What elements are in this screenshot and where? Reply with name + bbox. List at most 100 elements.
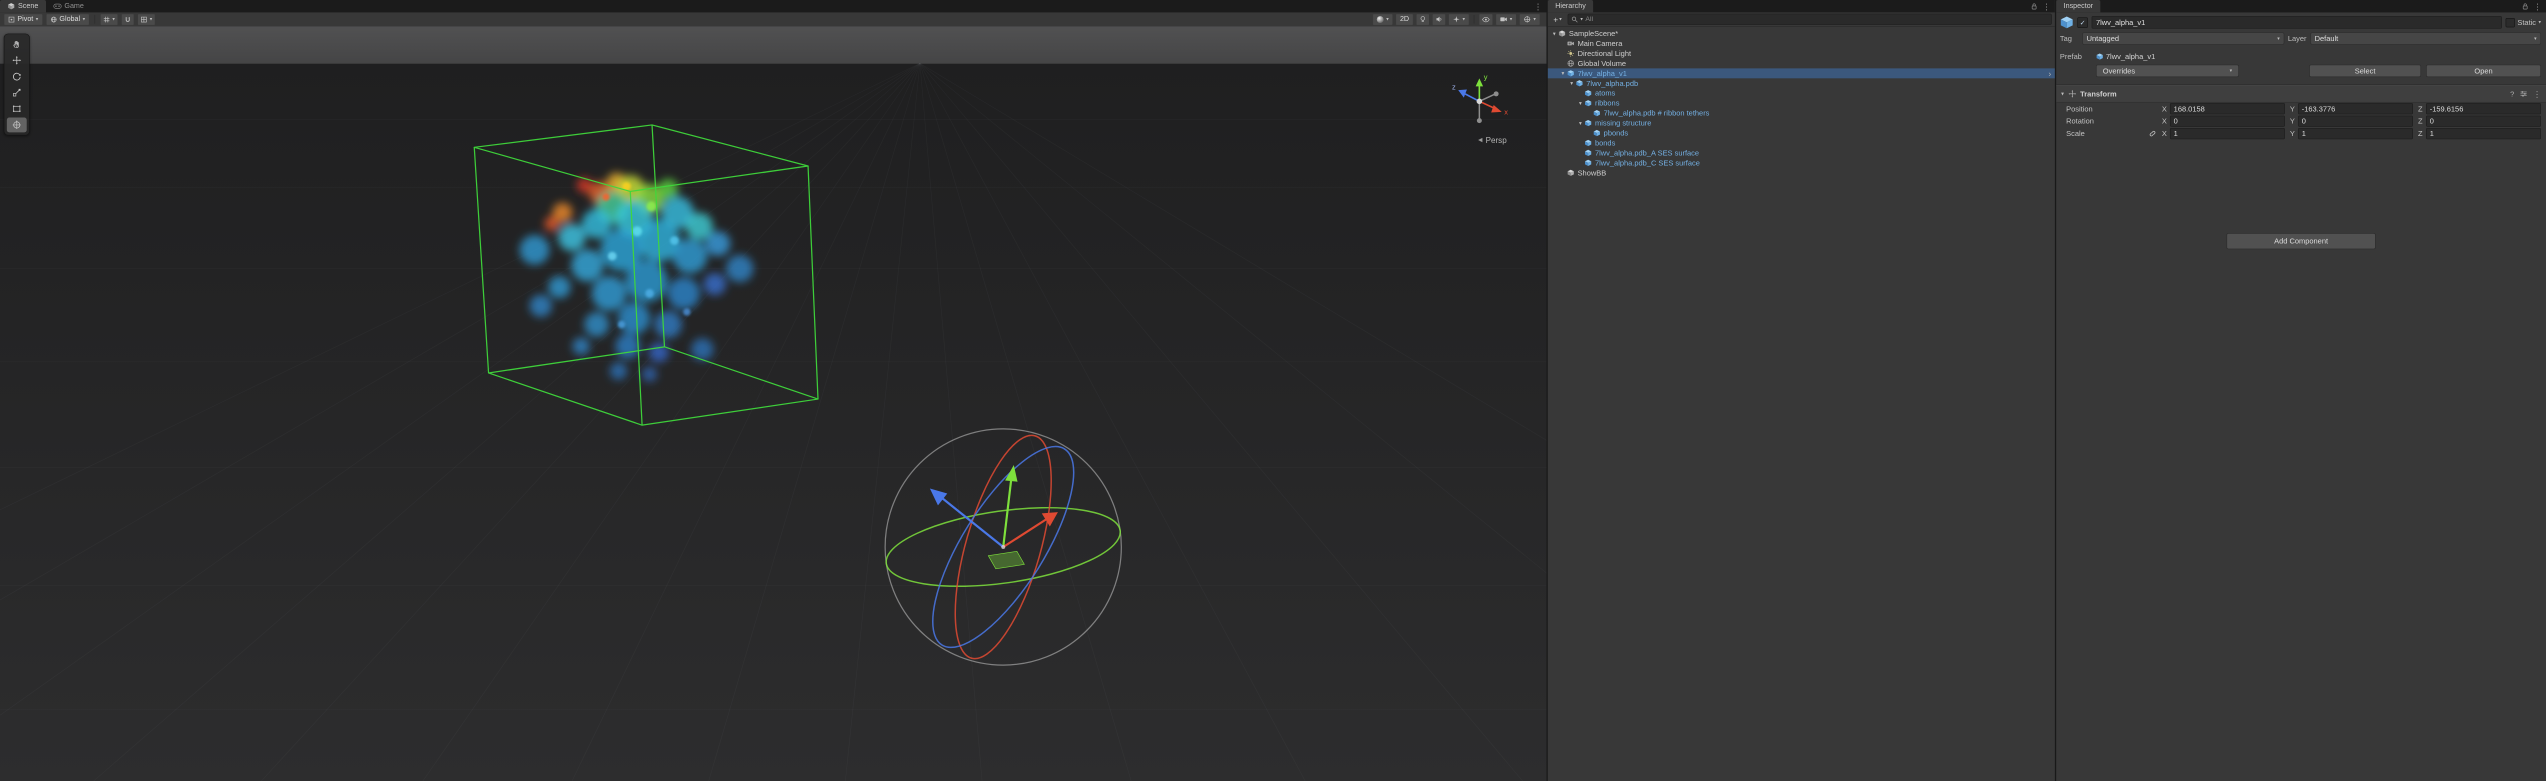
inspector-panel: Inspector ⋮ ✓ Static ▾ Tag — [2055, 0, 2546, 781]
hierarchy-search-input[interactable]: ▾ All — [1567, 14, 2051, 25]
static-checkbox[interactable] — [2506, 18, 2515, 27]
hierarchy-row[interactable]: ▾ ribbons — [1548, 98, 2055, 108]
view-tool-button[interactable] — [7, 37, 27, 52]
prefab-icon — [1584, 99, 1591, 106]
hierarchy-row[interactable]: Global Volume — [1548, 58, 2055, 68]
persp-text: Persp — [1486, 136, 1507, 145]
effects-dropdown[interactable]: ▾ — [1448, 13, 1469, 25]
global-dropdown[interactable]: Global ▾ — [46, 13, 90, 25]
hierarchy-row-label: 7lwv_alpha.pdb_C SES surface — [1595, 159, 1700, 168]
snap-toggle-button[interactable] — [121, 13, 134, 25]
snap-grid-icon — [140, 16, 147, 23]
scene-visibility-toggle[interactable] — [1479, 13, 1493, 25]
tab-inspector[interactable]: Inspector — [2056, 0, 2100, 12]
hierarchy-row[interactable]: ▾SampleScene* — [1548, 29, 2055, 39]
pivot-dropdown[interactable]: Pivot ▾ — [4, 13, 43, 25]
rect-tool-button[interactable] — [7, 101, 27, 116]
scale-link-icon[interactable] — [2148, 130, 2162, 137]
light-icon — [1567, 50, 1574, 57]
caret-icon: ▾ — [1510, 17, 1512, 22]
open-button[interactable]: Open — [2426, 65, 2541, 77]
open-prefab-arrow[interactable]: › — [2049, 69, 2052, 78]
scale-y-field[interactable]: 1 — [2298, 128, 2413, 139]
hierarchy-row-label: 7lwv_alpha.pdb # ribbon tethers — [1604, 109, 1710, 118]
static-dropdown-icon[interactable]: ▾ — [2539, 20, 2541, 25]
rotation-z-field[interactable]: 0 — [2426, 116, 2541, 127]
hierarchy-row[interactable]: ▾missing structure — [1548, 118, 2055, 128]
tab-game[interactable]: Game — [46, 0, 92, 12]
layer-dropdown[interactable]: Default ▾ — [2310, 32, 2541, 44]
gizmos-dropdown[interactable]: ▾ — [1519, 13, 1540, 25]
tab-hierarchy[interactable]: Hierarchy — [1548, 0, 1594, 12]
lock-icon[interactable] — [2522, 2, 2529, 9]
property-label: Scale — [2066, 129, 2148, 138]
active-checkbox[interactable]: ✓ — [2077, 17, 2088, 28]
hierarchy-row[interactable]: Main Camera — [1548, 39, 2055, 49]
scale-z-field[interactable]: 1 — [2426, 128, 2541, 139]
foldout-icon[interactable]: ▾ — [1559, 70, 1567, 77]
rotation-y-field[interactable]: 0 — [2298, 116, 2413, 127]
prefab-icon — [1584, 119, 1591, 126]
position-z-field[interactable]: -159.6156 — [2426, 103, 2541, 114]
scene-sky — [0, 26, 1546, 63]
rotate-tool-button[interactable] — [7, 69, 27, 84]
hierarchy-row[interactable]: bonds — [1548, 138, 2055, 148]
hierarchy-row[interactable]: ShowBB — [1548, 168, 2055, 178]
hierarchy-row[interactable]: atoms — [1548, 88, 2055, 98]
hierarchy-row[interactable]: 7lwv_alpha.pdb_A SES surface — [1548, 148, 2055, 158]
snap-increment-dropdown[interactable]: ▾ — [137, 13, 155, 25]
transform-header[interactable]: ▾ Transform ? ⋮ — [2056, 85, 2546, 102]
select-button[interactable]: Select — [2309, 65, 2421, 77]
name-field[interactable] — [2092, 16, 2502, 28]
draw-mode-dropdown[interactable]: ▾ — [1373, 13, 1394, 25]
transform-tool-button[interactable] — [7, 117, 27, 132]
position-x-field[interactable]: 168.0158 — [2170, 103, 2285, 114]
foldout-icon[interactable]: ▾ — [1550, 30, 1558, 37]
lighting-toggle[interactable] — [1416, 13, 1430, 25]
scene-viewport[interactable]: y z x — [0, 26, 1546, 781]
hierarchy-row-label: ribbons — [1595, 99, 1619, 108]
move-tool-button[interactable] — [7, 53, 27, 68]
component-menu-icon[interactable]: ⋮ — [2533, 90, 2541, 98]
hierarchy-row[interactable]: 7lwv_alpha.pdb_C SES surface — [1548, 158, 2055, 168]
presets-icon[interactable] — [2520, 90, 2527, 97]
position-y-field[interactable]: -163.3776 — [2298, 103, 2413, 114]
inspector-menu-icon[interactable]: ⋮ — [2534, 2, 2542, 10]
scene-menu-icon[interactable]: ⋮ — [1534, 2, 1542, 10]
prefab-asset-link[interactable]: 7lwv_alpha_v1 — [2096, 52, 2155, 61]
foldout-icon[interactable]: ▾ — [1576, 100, 1584, 107]
foldout-icon[interactable]: ▾ — [2061, 90, 2064, 97]
hierarchy-menu-icon[interactable]: ⋮ — [2043, 2, 2051, 10]
tab-scene[interactable]: Scene — [0, 0, 46, 12]
rotate-icon — [12, 71, 22, 81]
inspector-tab-label: Inspector — [2064, 2, 2093, 9]
foldout-icon[interactable]: ▾ — [1568, 80, 1576, 87]
2d-toggle[interactable]: 2D — [1396, 13, 1414, 25]
foldout-icon[interactable]: ▾ — [1576, 120, 1584, 127]
audio-toggle[interactable] — [1432, 13, 1446, 25]
projection-label[interactable]: ◀ Persp — [1478, 136, 1507, 145]
add-component-button[interactable]: Add Component — [2226, 233, 2375, 249]
hierarchy-row[interactable]: Directional Light — [1548, 48, 2055, 58]
tools-overlay — [4, 34, 30, 136]
rotation-row: RotationX0Y0Z0 — [2056, 115, 2546, 127]
create-object-button[interactable]: + ▾ — [1551, 14, 1564, 25]
axis-y-label: y — [1484, 73, 1488, 82]
tag-dropdown[interactable]: Untagged ▾ — [2082, 32, 2284, 44]
hierarchy-row[interactable]: 7lwv_alpha.pdb # ribbon tethers — [1548, 108, 2055, 118]
camera-settings-dropdown[interactable]: ▾ — [1496, 13, 1517, 25]
plus-icon: + — [1553, 15, 1558, 24]
scale-x-field[interactable]: 1 — [2170, 128, 2285, 139]
search-placeholder: All — [1585, 16, 1593, 23]
grid-visibility-dropdown[interactable]: ▾ — [100, 13, 118, 25]
overrides-dropdown[interactable]: Overrides ▾ — [2096, 65, 2239, 77]
globe-icon — [50, 16, 57, 23]
hierarchy-row[interactable]: ▾7lwv_alpha_v1› — [1548, 68, 2055, 78]
hierarchy-row[interactable]: pbonds — [1548, 128, 2055, 138]
rotation-x-field[interactable]: 0 — [2170, 116, 2285, 127]
scale-tool-button[interactable] — [7, 85, 27, 100]
help-icon[interactable]: ? — [2510, 90, 2514, 99]
lock-icon[interactable] — [2031, 2, 2038, 9]
axis-x-label: x — [1504, 107, 1508, 116]
hierarchy-row[interactable]: ▾7lwv_alpha.pdb — [1548, 78, 2055, 88]
